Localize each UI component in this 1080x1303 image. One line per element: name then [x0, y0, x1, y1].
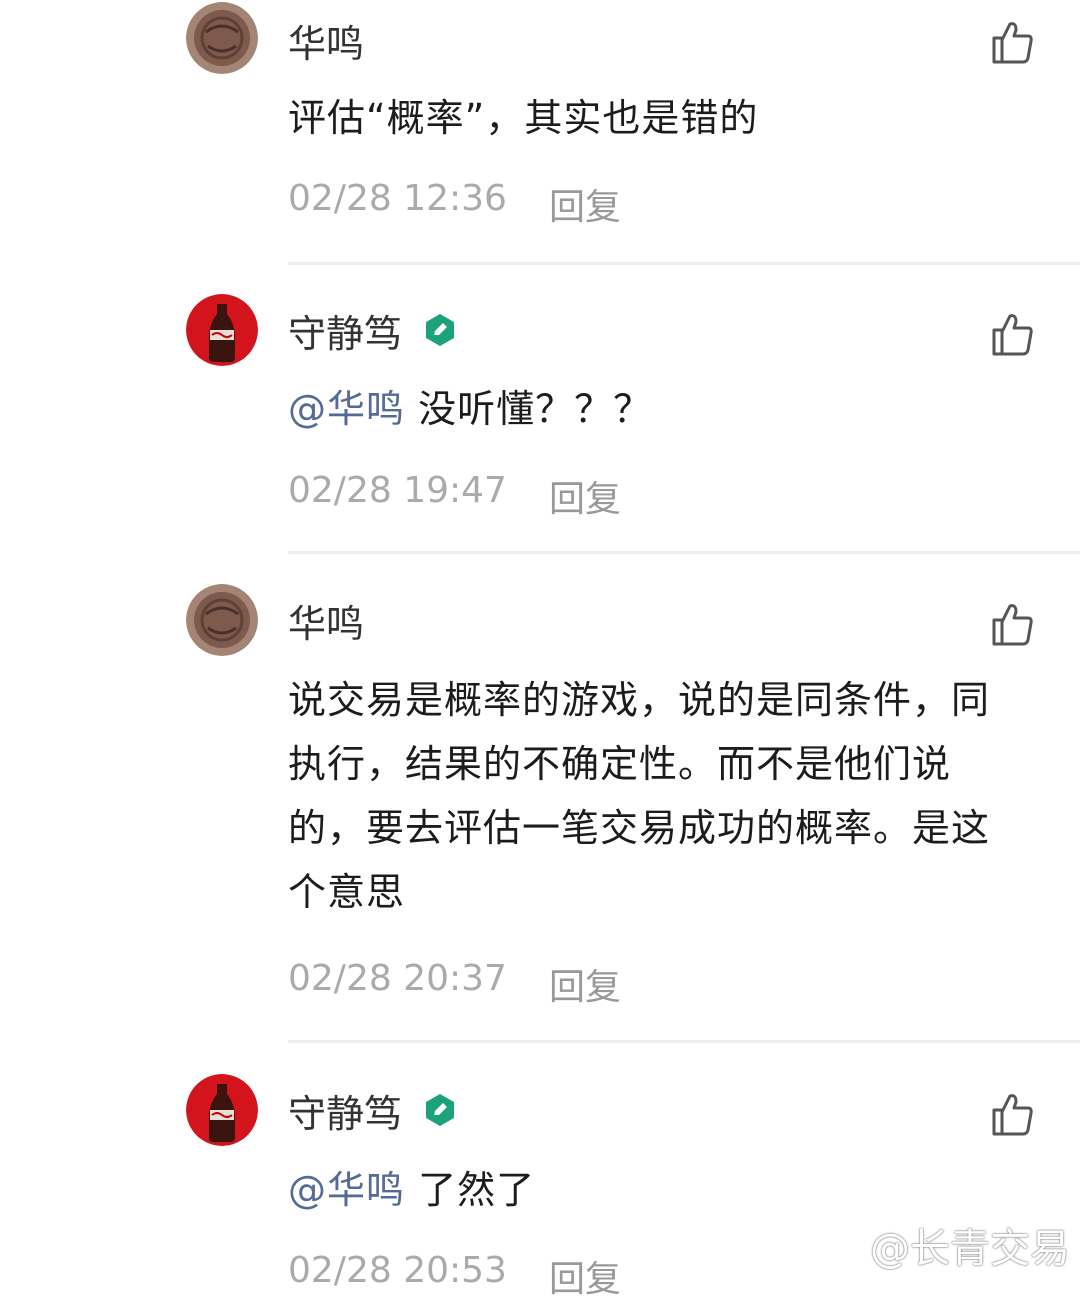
reply-button[interactable]: 回复 — [549, 470, 621, 522]
mention-link[interactable]: @华鸣 — [288, 387, 405, 431]
comment-body: 了然了 — [405, 1168, 536, 1212]
author-name[interactable]: 华鸣 — [288, 593, 364, 648]
reply-button[interactable]: 回复 — [549, 1250, 621, 1302]
avatar[interactable] — [186, 584, 258, 656]
comment-text: @华鸣 没听懂？？？ — [288, 377, 1028, 441]
timestamp: 02/28 20:37 — [288, 958, 507, 999]
timestamp: 02/28 19:47 — [288, 470, 507, 511]
comment-meta: 02/28 20:53 回复 — [288, 1250, 621, 1302]
watermark: @长青交易 — [830, 1216, 1070, 1274]
thumbs-up-icon[interactable] — [988, 310, 1036, 358]
reply-button[interactable]: 回复 — [549, 178, 621, 230]
comment-meta: 02/28 12:36 回复 — [288, 178, 621, 230]
comment-body: 说交易是概率的游戏，说的是同条件，同执行，结果的不确定性。而不是他们说的，要去评… — [288, 678, 991, 914]
author-name[interactable]: 华鸣 — [288, 13, 364, 68]
divider — [288, 551, 1080, 554]
thumbs-up-icon[interactable] — [988, 18, 1036, 66]
timestamp: 02/28 12:36 — [288, 178, 507, 219]
thumbs-up-icon[interactable] — [988, 600, 1036, 648]
watermark-text: @长青交易 — [870, 1226, 1070, 1272]
avatar[interactable] — [186, 2, 258, 74]
reply-button[interactable]: 回复 — [549, 958, 621, 1010]
author-name[interactable]: 守静笃 — [288, 1083, 402, 1138]
avatar[interactable] — [186, 1074, 258, 1146]
mention-link[interactable]: @华鸣 — [288, 1168, 405, 1212]
thumbs-up-icon[interactable] — [988, 1090, 1036, 1138]
comment-text: @华鸣 了然了 — [288, 1158, 1028, 1222]
comment-text: 说交易是概率的游戏，说的是同条件，同执行，结果的不确定性。而不是他们说的，要去评… — [288, 668, 1028, 924]
comment-body: 没听懂？？？ — [405, 387, 653, 431]
author-name[interactable]: 守静笃 — [288, 303, 402, 358]
watermark-logo-icon — [834, 1230, 864, 1261]
comment-meta: 02/28 20:37 回复 — [288, 958, 621, 1010]
comment-body: 评估“概率”，其实也是错的 — [288, 96, 759, 140]
timestamp: 02/28 20:53 — [288, 1250, 507, 1291]
verified-badge-icon — [422, 312, 458, 348]
avatar[interactable] — [186, 294, 258, 366]
verified-badge-icon — [422, 1092, 458, 1128]
divider — [288, 1040, 1080, 1043]
comment-meta: 02/28 19:47 回复 — [288, 470, 621, 522]
comment-text: 评估“概率”，其实也是错的 — [288, 86, 1028, 150]
divider — [288, 262, 1080, 265]
